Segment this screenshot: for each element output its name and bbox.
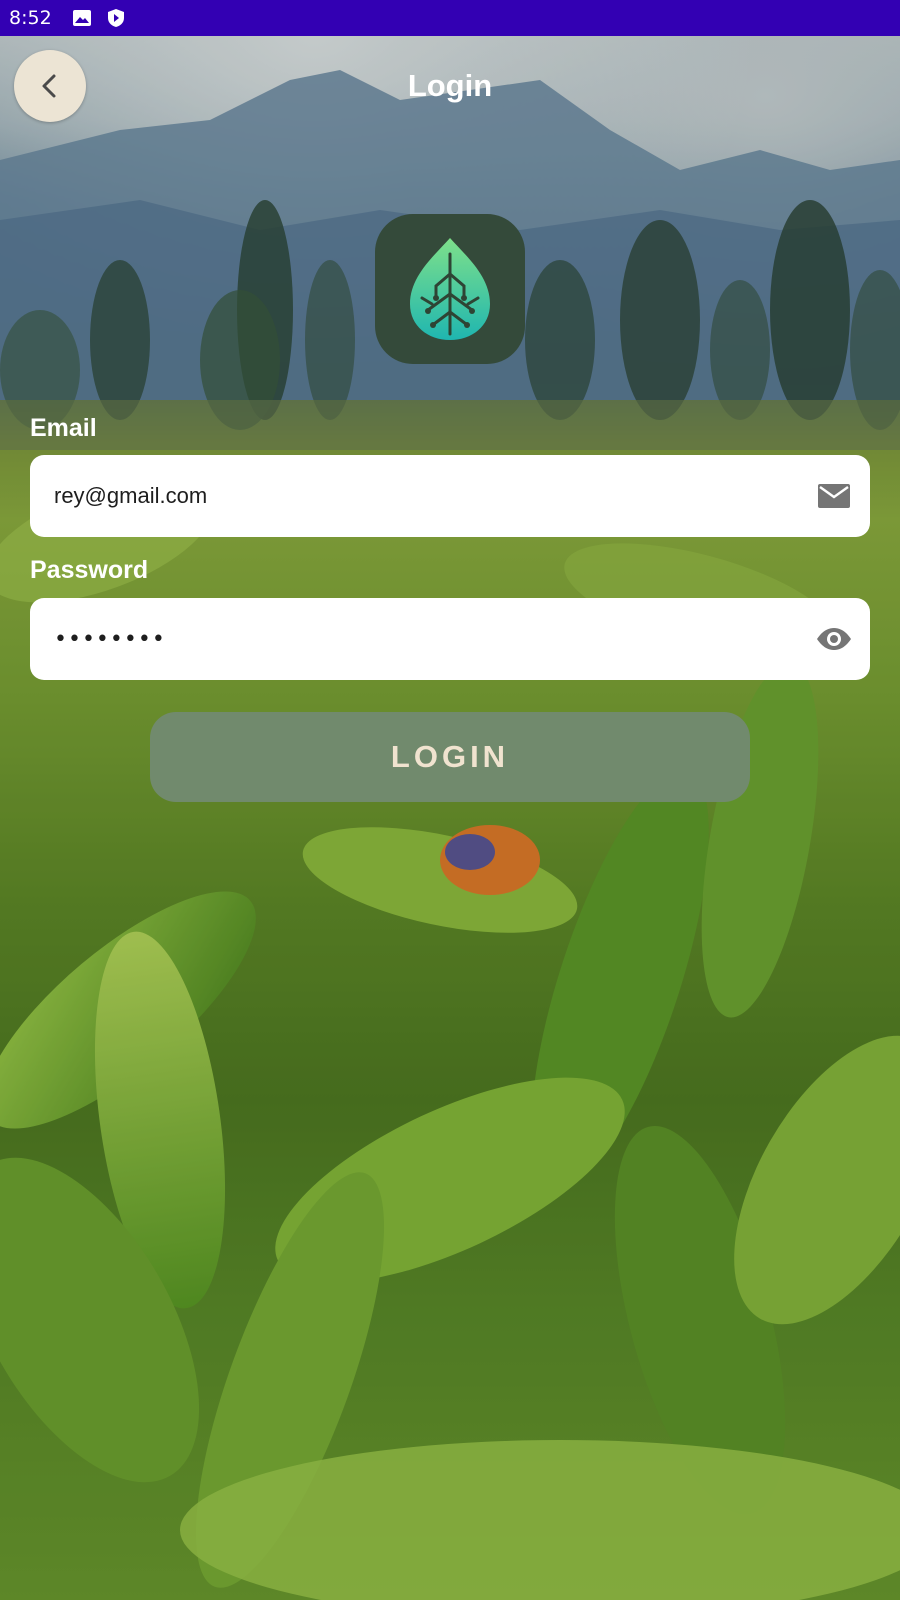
email-label: Email bbox=[30, 414, 97, 442]
status-bar: 8:52 bbox=[0, 0, 900, 36]
leaf-circuit-logo bbox=[410, 238, 490, 340]
password-field-container bbox=[30, 598, 870, 680]
login-button[interactable]: LOGIN bbox=[150, 712, 750, 802]
image-icon bbox=[72, 8, 92, 28]
shield-icon bbox=[106, 8, 126, 28]
login-screen: 8:52 Login Email rey@gmail.com Password … bbox=[0, 0, 900, 1600]
app-logo bbox=[375, 214, 525, 364]
eye-icon[interactable] bbox=[814, 619, 854, 659]
email-input[interactable] bbox=[30, 465, 814, 527]
mail-icon bbox=[814, 476, 854, 516]
email-field-container bbox=[30, 455, 870, 537]
password-input[interactable] bbox=[30, 608, 814, 670]
page-title: Login bbox=[407, 68, 493, 103]
password-label: Password bbox=[30, 556, 149, 584]
status-time: 8:52 bbox=[9, 7, 52, 29]
